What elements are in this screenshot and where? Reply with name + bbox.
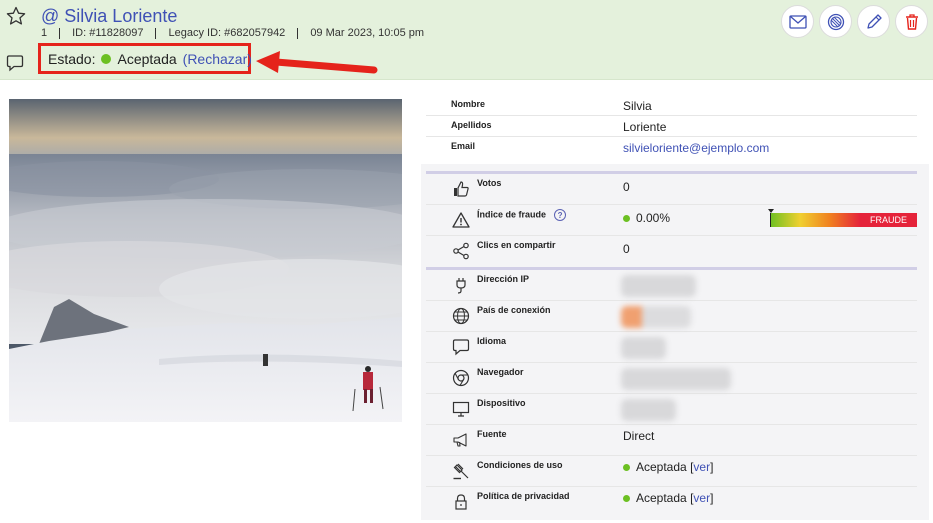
tech-label: País de conexión xyxy=(477,305,551,315)
edit-button[interactable] xyxy=(857,5,890,38)
tech-label: Condiciones de uso xyxy=(477,460,563,470)
tech-label: Política de privacidad xyxy=(477,491,570,501)
status-line: Estado: Aceptada (Rechazar) xyxy=(48,51,252,67)
help-icon[interactable]: ? xyxy=(554,209,567,221)
fraud-meter: FRAUDE xyxy=(768,209,917,227)
tech-label: Idioma xyxy=(477,336,507,346)
fraud-value: 0.00% xyxy=(636,211,671,225)
delete-button[interactable] xyxy=(895,5,928,38)
user-name-link[interactable]: @ Silvia Loriente xyxy=(41,6,177,27)
privacy-status: Aceptada xyxy=(636,491,687,505)
megaphone-icon xyxy=(453,433,467,447)
tech-label: Fuente xyxy=(477,429,507,439)
block-button[interactable] xyxy=(819,5,852,38)
meta-divider xyxy=(155,27,157,39)
annotation-arrow xyxy=(256,51,378,74)
stat-value: 0.00% xyxy=(623,211,670,225)
meta-divider xyxy=(297,27,299,39)
delete-icon xyxy=(905,13,918,30)
stat-value: 0 xyxy=(623,242,630,256)
tech-row-navegador: Navegador xyxy=(426,363,917,394)
redacted-device xyxy=(621,399,676,421)
lock-icon xyxy=(455,494,467,510)
entry-id: ID: #11828097 xyxy=(72,27,144,39)
terms-value: Aceptada [ver] xyxy=(623,460,713,474)
tech-row-pais: País de conexión xyxy=(426,301,917,332)
tech-row-privacidad: Política de privacidad Aceptada [ver] xyxy=(426,487,917,518)
status-dot xyxy=(623,495,630,502)
fraud-gradient xyxy=(770,213,860,227)
stat-row-fraude: Índice de fraude? 0.00% FRAUDE xyxy=(426,205,917,236)
tech-label: Dirección IP xyxy=(477,274,530,284)
tech-label: Navegador xyxy=(477,367,524,377)
edit-icon xyxy=(866,13,882,29)
fraud-label-text: Índice de fraude xyxy=(477,209,547,220)
at-symbol: @ xyxy=(41,6,60,26)
stat-label: Índice de fraude? xyxy=(477,209,567,221)
fraud-label: FRAUDE xyxy=(860,213,917,227)
email-link[interactable]: silvieloriente@ejemplo.com xyxy=(623,141,769,155)
plug-icon xyxy=(456,278,466,294)
tech-row-idioma: Idioma xyxy=(426,332,917,363)
speech-bubble-icon xyxy=(452,339,470,356)
profile-row-email: Email silvieloriente@ejemplo.com xyxy=(426,137,917,158)
tech-row-ip: Dirección IP xyxy=(426,270,917,301)
privacy-value: Aceptada [ver] xyxy=(623,491,713,505)
star-icon[interactable] xyxy=(6,6,26,26)
action-buttons xyxy=(781,5,928,38)
bracket: ] xyxy=(710,460,714,474)
snow-mountain-photo xyxy=(9,99,402,422)
profile-row-apellidos: Apellidos Loriente xyxy=(426,116,917,137)
mail-icon xyxy=(788,14,807,29)
view-terms-link[interactable]: ver xyxy=(693,460,710,474)
fraud-indicator xyxy=(768,209,774,213)
view-privacy-link[interactable]: ver xyxy=(693,491,710,505)
profile-value: Silvia xyxy=(623,99,652,113)
stat-row-clics: Clics en compartir 0 xyxy=(426,236,917,267)
globe-icon xyxy=(452,307,470,325)
thumbs-up-icon xyxy=(454,181,469,197)
share-icon xyxy=(453,242,469,260)
reject-link[interactable]: (Rechazar) xyxy=(183,51,252,67)
status-dot xyxy=(623,464,630,471)
stat-row-votos: Votos 0 xyxy=(426,174,917,205)
redacted-ip xyxy=(621,275,696,297)
tech-row-dispositivo: Dispositivo xyxy=(426,394,917,425)
entry-index: 1 xyxy=(41,27,48,39)
user-meta: 1 ID: #11828097 Legacy ID: #682057942 09… xyxy=(41,27,424,39)
profile-value: Loriente xyxy=(623,120,667,134)
status-value: Aceptada xyxy=(117,51,177,67)
chrome-icon xyxy=(452,369,470,387)
send-email-button[interactable] xyxy=(781,5,814,38)
entry-photo[interactable] xyxy=(9,99,402,422)
stat-label: Clics en compartir xyxy=(477,240,556,250)
user-name: Silvia Loriente xyxy=(64,6,178,26)
legacy-id: Legacy ID: #682057942 xyxy=(168,27,286,39)
meta-divider xyxy=(59,27,61,39)
stat-label: Votos xyxy=(477,178,502,188)
status-dot xyxy=(101,54,112,64)
source-value: Direct xyxy=(623,429,655,443)
profile-label: Nombre xyxy=(451,99,486,109)
redacted-browser xyxy=(621,368,731,390)
tech-row-condiciones: Condiciones de uso Aceptada [ver] xyxy=(426,456,917,487)
gavel-icon xyxy=(453,463,469,480)
profile-label: Apellidos xyxy=(451,120,492,130)
block-icon xyxy=(827,13,844,30)
bracket: ] xyxy=(710,491,714,505)
comment-icon[interactable] xyxy=(6,54,24,72)
stat-value: 0 xyxy=(623,180,630,194)
entry-datetime: 09 Mar 2023, 10:05 pm xyxy=(310,27,425,39)
status-dot xyxy=(623,215,630,222)
tech-row-fuente: Fuente Direct xyxy=(426,425,917,456)
profile-row-nombre: Nombre Silvia xyxy=(426,95,917,116)
warning-icon xyxy=(452,212,470,228)
monitor-icon xyxy=(452,401,470,417)
terms-status: Aceptada xyxy=(636,460,687,474)
tech-label: Dispositivo xyxy=(477,398,526,408)
redacted-country xyxy=(621,306,691,328)
redacted-language xyxy=(621,337,666,359)
profile-label: Email xyxy=(451,141,476,151)
status-label: Estado: xyxy=(48,51,96,67)
